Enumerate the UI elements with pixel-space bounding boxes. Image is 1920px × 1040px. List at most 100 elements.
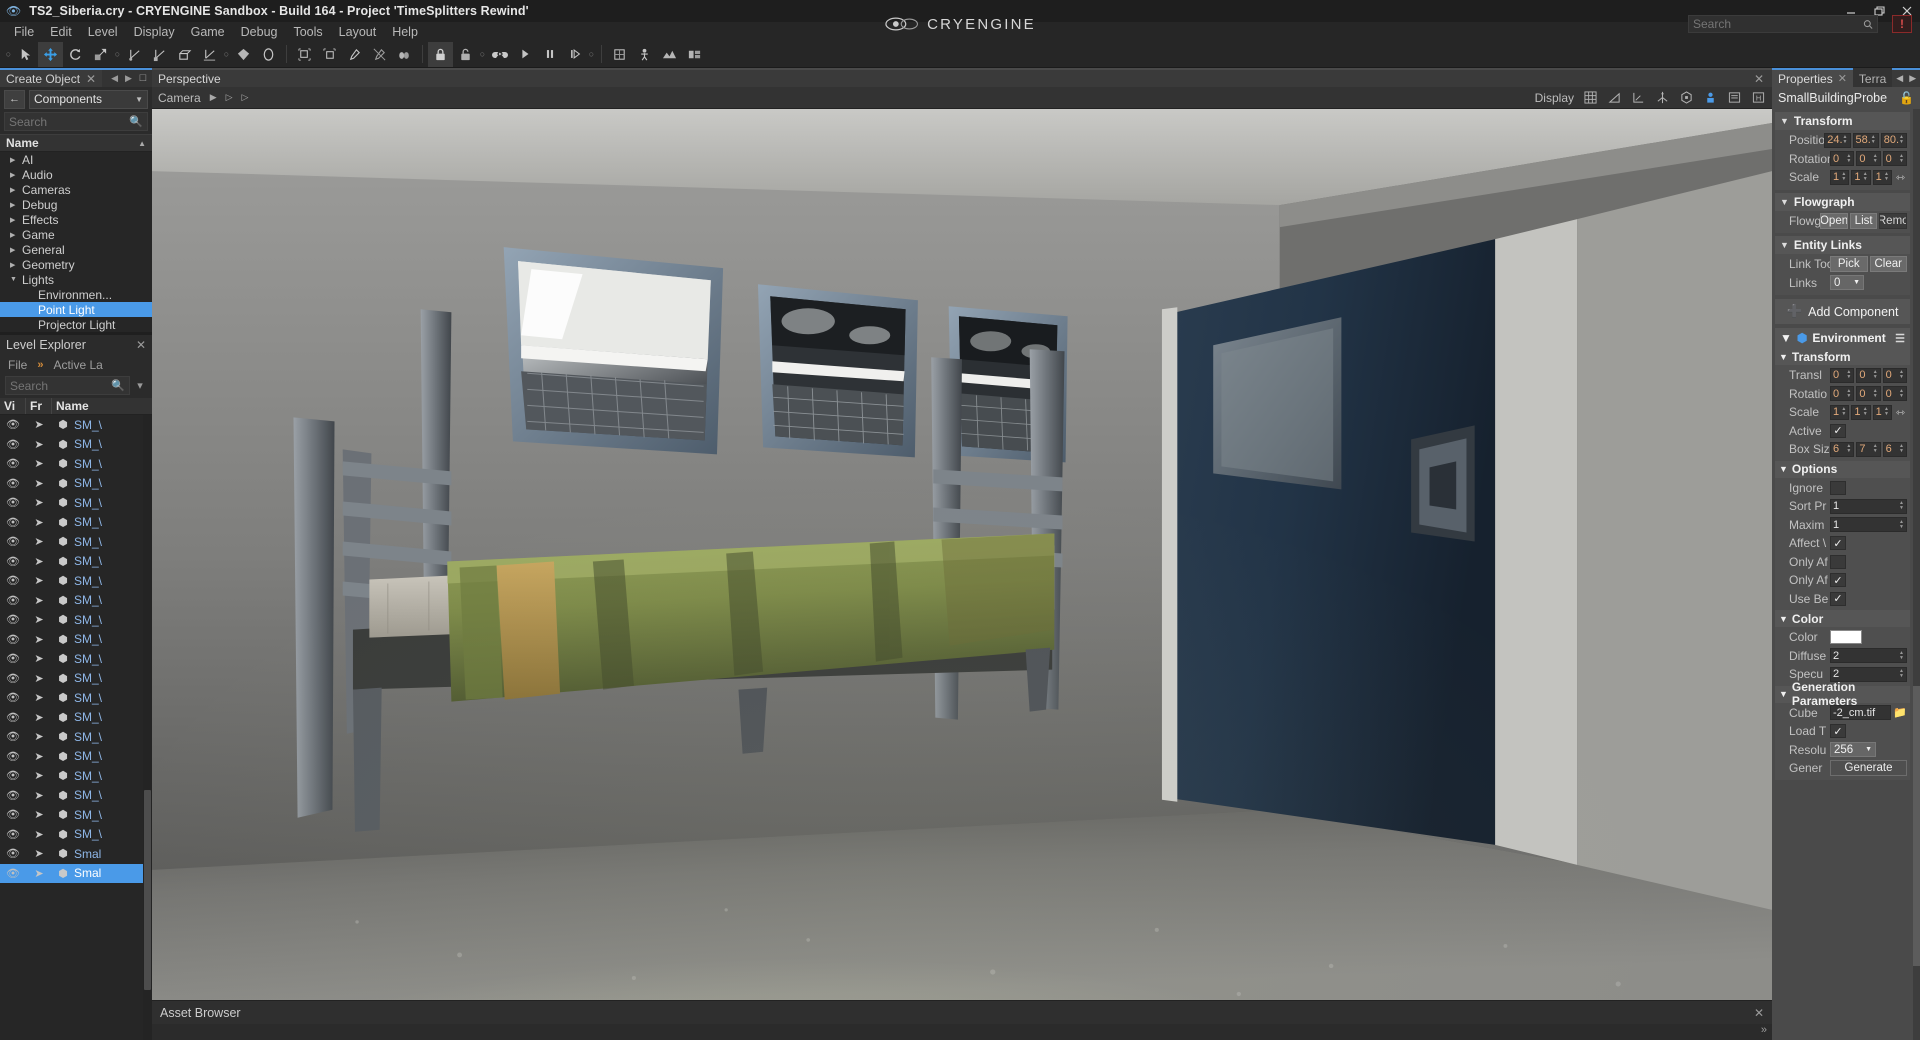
custom-axis-icon[interactable] [197,42,222,67]
play-icon[interactable] [512,42,537,67]
rotation-x-input[interactable]: 0 ▲ ▼ [1830,151,1855,167]
eye-icon[interactable]: 👁 [0,867,26,880]
component-tree-item[interactable]: ▶ General [0,242,152,257]
component-scale-x[interactable]: 1 ▲ ▼ [1830,404,1850,420]
environment-component-header[interactable]: ▼ ⬢ Environment ☰ [1775,328,1910,348]
next-icon[interactable]: ▶ [125,73,132,84]
option-number-input[interactable]: 1 ▲ ▼ [1830,517,1907,533]
option-checkbox[interactable]: ✓ [1830,573,1846,588]
float-icon[interactable]: ☐ [139,73,147,84]
eye-icon[interactable]: 👁 [0,652,26,665]
component-tree-item[interactable]: Projector Light [0,317,152,332]
eye-icon[interactable]: 👁 [0,613,26,626]
pick-button[interactable]: Pick [1830,256,1868,273]
component-scale-y[interactable]: 1 ▲ ▼ [1851,404,1871,420]
component-tree-item[interactable]: ▶ AI [0,152,152,167]
pause-icon[interactable] [537,42,562,67]
option-number-input[interactable]: 1 ▲ ▼ [1830,498,1907,514]
component-scale-z[interactable]: 1 ▲ ▼ [1872,404,1892,420]
level-explorer-row[interactable]: 👁 ➤ ⬢ SM_\ [0,630,152,650]
prev-icon[interactable]: ◀ [111,73,118,84]
expand-icon[interactable]: » [1761,1024,1767,1036]
component-translate-x[interactable]: 0 ▲ ▼ [1830,367,1855,383]
play-end-icon[interactable]: ▷ [242,92,249,103]
gamepad-icon[interactable] [487,42,512,67]
position-y-input[interactable]: 58. ▲ ▼ [1852,132,1879,148]
cursor-icon[interactable]: ➤ [26,789,52,802]
back-arrow-icon[interactable]: ← [4,89,25,109]
level-explorer-row[interactable]: 👁 ➤ ⬢ SM_\ [0,649,152,669]
option-checkbox[interactable] [1830,554,1846,569]
chevron-right-icon[interactable]: ▶ [10,186,22,194]
menu-level[interactable]: Level [80,24,126,40]
resolution-dropdown[interactable]: 256 ▼ [1830,742,1876,758]
box-size-z[interactable]: 6 ▲ ▼ [1882,441,1907,457]
menu-game[interactable]: Game [183,24,233,40]
align-to-object-icon[interactable] [292,42,317,67]
axis-gizmo-icon[interactable] [1655,90,1670,105]
eye-icon[interactable]: 👁 [0,691,26,704]
pivot-snap-icon[interactable] [256,42,281,67]
global-search-box[interactable] [1688,15,1878,33]
level-explorer-scrollbar[interactable] [143,415,152,1040]
flowgraph-remove-button[interactable]: Remo [1879,212,1907,229]
cursor-icon[interactable]: ➤ [26,613,52,626]
lock-closed-icon[interactable] [428,41,453,67]
grid-icon[interactable] [1583,90,1598,105]
position-x-input[interactable]: 24. ▲ ▼ [1824,132,1851,148]
level-explorer-row[interactable]: 👁 ➤ ⬢ SM_\ [0,591,152,611]
person-icon[interactable] [632,42,657,67]
column-name[interactable]: Name [52,398,152,414]
cursor-icon[interactable]: ➤ [26,457,52,470]
menu-display[interactable]: Display [126,24,183,40]
angle-icon[interactable] [1607,90,1622,105]
close-icon[interactable]: ✕ [136,338,146,352]
cursor-icon[interactable]: ➤ [26,730,52,743]
play-icon[interactable]: ▶ [210,92,217,103]
rotate-tool-icon[interactable] [63,42,88,67]
component-tree-item[interactable]: ▶ Debug [0,197,152,212]
eye-icon[interactable]: 👁 [0,555,26,568]
align-to-grid-icon[interactable] [317,42,342,67]
level-explorer-row[interactable]: 👁 ➤ ⬢ SM_\ [0,688,152,708]
helpers-icon[interactable]: H [1751,90,1766,105]
menu-edit[interactable]: Edit [42,24,80,40]
goto-position-icon[interactable] [607,42,632,67]
hexagon-icon[interactable] [1679,90,1694,105]
component-rotate-y[interactable]: 0 ▲ ▼ [1856,386,1881,402]
chevron-right-icon[interactable]: ▶ [10,171,22,179]
add-component-button[interactable]: ➕ Add Component [1775,299,1910,324]
scale-y-input[interactable]: 1 ▲ ▼ [1851,169,1871,185]
option-checkbox[interactable] [1830,480,1846,495]
rotation-z-input[interactable]: 0 ▲ ▼ [1882,151,1907,167]
cursor-icon[interactable]: ➤ [26,711,52,724]
person-icon[interactable] [1703,90,1718,105]
position-z-input[interactable]: 80. ▲ ▼ [1880,132,1907,148]
load-texture-checkbox[interactable]: ✓ [1830,724,1846,739]
level-explorer-row[interactable]: 👁 ➤ ⬢ SM_\ [0,552,152,572]
clear-button[interactable]: Clear [1869,256,1907,273]
component-tree-item[interactable]: ▶ Cameras [0,182,152,197]
scale-tool-icon[interactable] [88,42,113,67]
eye-icon[interactable]: 👁 [0,769,26,782]
cursor-icon[interactable]: ➤ [26,438,52,451]
link-object-icon[interactable] [342,42,367,67]
cursor-icon[interactable]: ➤ [26,555,52,568]
box-size-x[interactable]: 6 ▲ ▼ [1830,441,1855,457]
tab-create-object[interactable]: Create Object ✕ [0,70,103,87]
level-explorer-menu-file[interactable]: File [8,358,27,372]
eye-icon[interactable]: 👁 [0,477,26,490]
cursor-icon[interactable]: ➤ [26,769,52,782]
step-frame-icon[interactable] [562,42,587,67]
flowgraph-group-header[interactable]: ▼ Flowgraph [1775,193,1910,211]
eye-icon[interactable]: 👁 [0,535,26,548]
eye-icon[interactable]: 👁 [0,438,26,451]
eye-icon[interactable]: 👁 [0,847,26,860]
level-explorer-row[interactable]: 👁 ➤ ⬢ Smal [0,863,152,883]
scale-x-input[interactable]: 1 ▲ ▼ [1830,169,1850,185]
component-tree-item[interactable]: ▼ Lights [0,272,152,287]
warning-badge[interactable]: ! [1892,15,1912,33]
chevron-right-icon[interactable]: ▶ [10,201,22,209]
component-rotate-z[interactable]: 0 ▲ ▼ [1882,386,1907,402]
level-explorer-row[interactable]: 👁 ➤ ⬢ SM_\ [0,786,152,806]
